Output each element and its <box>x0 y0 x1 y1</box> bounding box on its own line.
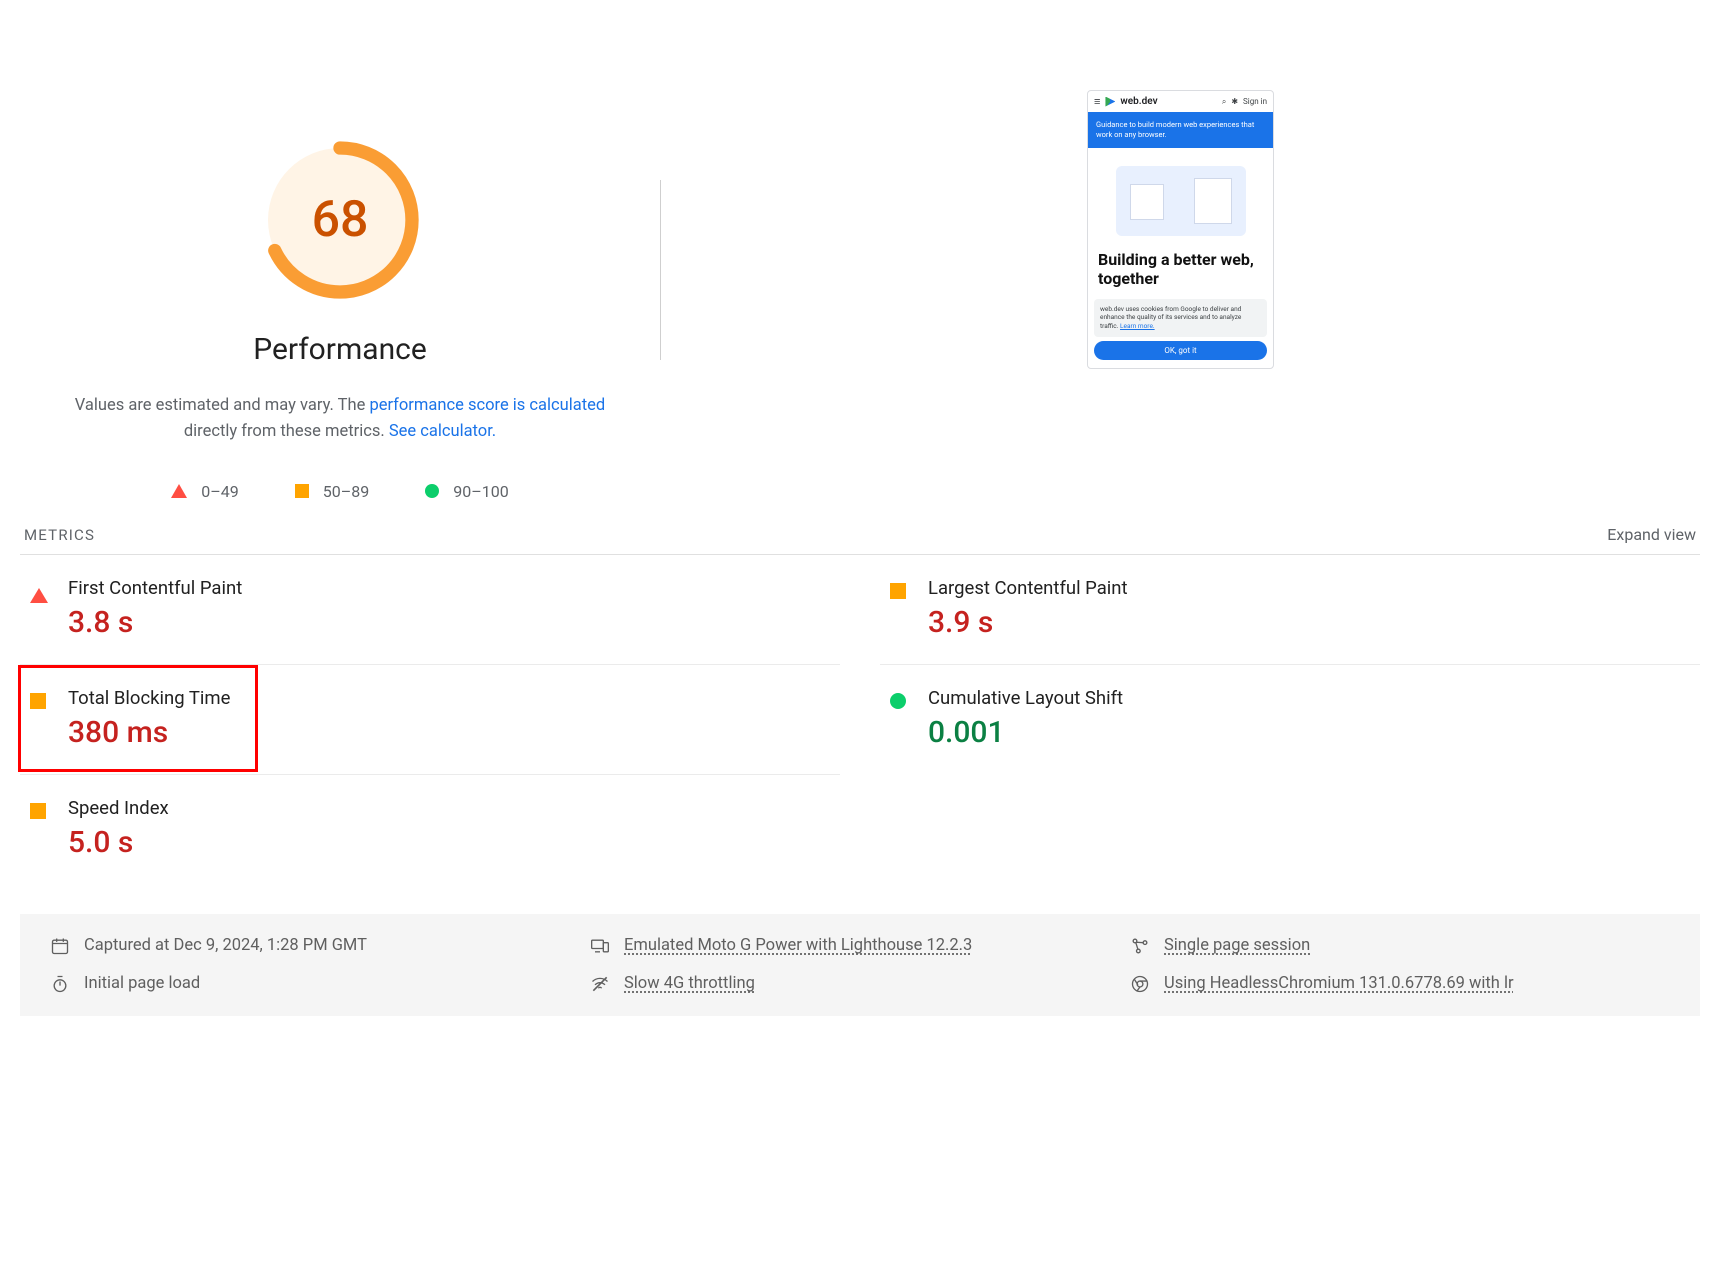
network-link[interactable]: Slow 4G throttling <box>624 974 755 993</box>
phone-preview: ≡ web.dev ⌕ ✱ Sign in Guidance to build … <box>1087 90 1274 369</box>
graph-icon <box>1130 936 1150 956</box>
network-icon <box>590 974 610 994</box>
square-orange-icon <box>295 484 309 498</box>
session-type: Single page session <box>1130 936 1670 956</box>
calendar-icon <box>50 936 70 956</box>
metric-name: Largest Contentful Paint <box>928 577 1128 599</box>
chrome-version: Using HeadlessChromium 131.0.6778.69 wit… <box>1130 974 1670 994</box>
metric-value: 380 ms <box>68 715 230 750</box>
cookie-learn-more-link: Learn more. <box>1120 322 1155 330</box>
square-orange-icon <box>890 583 906 599</box>
chrome-icon <box>1130 974 1150 994</box>
square-orange-icon <box>30 693 46 709</box>
cookie-ok-button: OK, got it <box>1094 341 1267 360</box>
see-calculator-link[interactable]: See calculator. <box>389 422 496 441</box>
metric-value: 3.9 s <box>928 605 1128 640</box>
webdev-logo-icon <box>1105 97 1115 107</box>
metric-name: Total Blocking Time <box>68 687 230 709</box>
legend-range-pass: 90–100 <box>453 482 508 501</box>
score-calculated-link[interactable]: performance score is calculated <box>369 396 605 415</box>
signin-link: Sign in <box>1243 97 1267 106</box>
menu-icon: ≡ <box>1094 96 1100 107</box>
metric-lcp[interactable]: Largest Contentful Paint 3.9 s <box>880 555 1700 665</box>
expand-view-button[interactable]: Expand view <box>1607 525 1696 544</box>
session-link[interactable]: Single page session <box>1164 936 1310 955</box>
metric-value: 3.8 s <box>68 605 242 640</box>
page-screenshot: ≡ web.dev ⌕ ✱ Sign in Guidance to build … <box>661 60 1700 369</box>
performance-title: Performance <box>253 332 427 367</box>
metrics-grid: First Contentful Paint 3.8 s Total Block… <box>20 554 1700 884</box>
metric-name: Cumulative Layout Shift <box>928 687 1123 709</box>
desc-text-2: directly from these metrics. <box>184 422 389 441</box>
performance-description: Values are estimated and may vary. The p… <box>70 393 610 446</box>
metric-value: 0.001 <box>928 715 1123 750</box>
cookie-notice: web.dev uses cookies from Google to deli… <box>1094 299 1267 337</box>
initial-load: Initial page load <box>50 974 590 994</box>
legend-range-average: 50–89 <box>323 482 369 501</box>
emulated-device: Emulated Moto G Power with Lighthouse 12… <box>590 936 1130 956</box>
circle-green-icon <box>890 693 906 709</box>
metric-name: Speed Index <box>68 797 169 819</box>
site-name: web.dev <box>1120 96 1157 107</box>
banner-text: Guidance to build modern web experiences… <box>1088 112 1273 148</box>
hero-illustration <box>1116 166 1246 236</box>
circle-green-icon <box>425 484 439 498</box>
network-throttling: Slow 4G throttling <box>590 974 1130 994</box>
performance-gauge-panel: 68 Performance Values are estimated and … <box>20 60 660 501</box>
triangle-red-icon <box>171 484 187 498</box>
initial-text: Initial page load <box>84 974 200 993</box>
hero-headline: Building a better web, together <box>1088 244 1273 292</box>
triangle-red-icon <box>30 588 48 603</box>
chrome-link[interactable]: Using HeadlessChromium 131.0.6778.69 wit… <box>1164 974 1514 993</box>
theme-icon: ✱ <box>1231 97 1238 106</box>
metric-fcp[interactable]: First Contentful Paint 3.8 s <box>20 555 840 665</box>
metric-si[interactable]: Speed Index 5.0 s <box>20 775 840 884</box>
devices-icon <box>590 936 610 956</box>
captured-text: Captured at Dec 9, 2024, 1:28 PM GMT <box>84 936 367 955</box>
legend-fail: 0–49 <box>171 482 238 501</box>
legend-range-fail: 0–49 <box>201 482 238 501</box>
metric-name: First Contentful Paint <box>68 577 242 599</box>
emulated-link[interactable]: Emulated Moto G Power with Lighthouse 12… <box>624 936 972 955</box>
legend-average: 50–89 <box>295 482 369 501</box>
score-legend: 0–49 50–89 90–100 <box>171 482 508 501</box>
legend-pass: 90–100 <box>425 482 508 501</box>
performance-score: 68 <box>260 140 420 300</box>
metric-cls[interactable]: Cumulative Layout Shift 0.001 <box>880 665 1700 774</box>
performance-gauge: 68 <box>260 140 420 300</box>
captured-at: Captured at Dec 9, 2024, 1:28 PM GMT <box>50 936 590 956</box>
metrics-heading: METRICS <box>24 526 95 544</box>
metric-value: 5.0 s <box>68 825 169 860</box>
desc-text: Values are estimated and may vary. The <box>75 396 370 415</box>
report-footer: Captured at Dec 9, 2024, 1:28 PM GMT Emu… <box>20 914 1700 1016</box>
square-orange-icon <box>30 803 46 819</box>
metric-tbt[interactable]: Total Blocking Time 380 ms <box>20 665 840 775</box>
search-icon: ⌕ <box>1222 97 1226 107</box>
stopwatch-icon <box>50 974 70 994</box>
